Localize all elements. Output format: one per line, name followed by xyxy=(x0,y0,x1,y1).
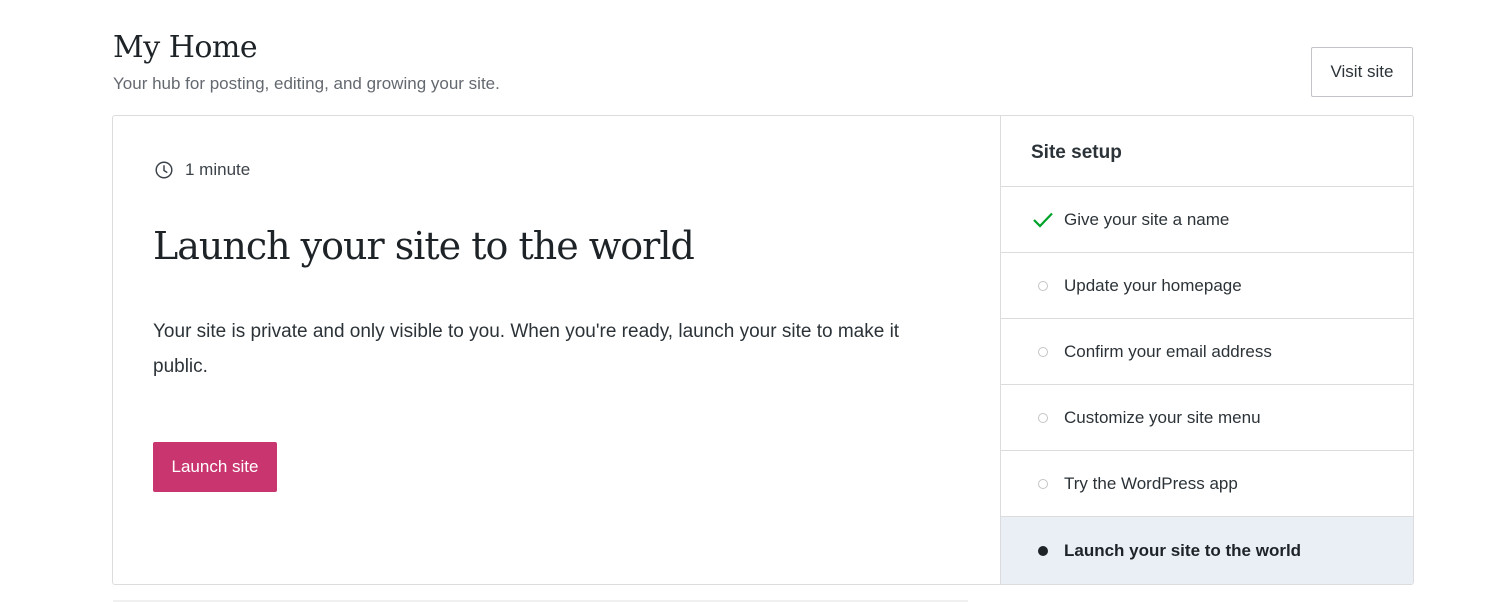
checklist-title: Site setup xyxy=(1001,116,1413,187)
checklist-item-launch[interactable]: Launch your site to the world xyxy=(1001,517,1413,584)
task-panel: 1 minute Launch your site to the world Y… xyxy=(113,116,1000,584)
empty-circle-icon xyxy=(1031,474,1054,494)
checklist-item-menu[interactable]: Customize your site menu xyxy=(1001,385,1413,451)
page-subtitle: Your hub for posting, editing, and growi… xyxy=(113,74,500,93)
task-timing-label: 1 minute xyxy=(185,160,251,179)
checklist-item-label: Launch your site to the world xyxy=(1064,540,1302,560)
filled-circle-icon xyxy=(1031,541,1054,561)
empty-circle-icon xyxy=(1031,276,1054,296)
empty-circle-icon xyxy=(1031,342,1054,362)
empty-circle-icon xyxy=(1031,408,1054,428)
checklist-item-label: Customize your site menu xyxy=(1064,407,1261,427)
checklist-item-label: Confirm your email address xyxy=(1064,341,1272,361)
page-header: My Home Your hub for posting, editing, a… xyxy=(113,30,1413,100)
task-description: Your site is private and only visible to… xyxy=(153,321,900,377)
checkmark-icon xyxy=(1031,210,1054,230)
checklist-item-label: Update your homepage xyxy=(1064,275,1242,295)
clock-icon xyxy=(155,161,173,179)
checklist-item-app[interactable]: Try the WordPress app xyxy=(1001,451,1413,517)
task-timing: 1 minute xyxy=(153,159,250,181)
task-title: Launch your site to the world xyxy=(153,224,695,268)
page-title: My Home xyxy=(113,30,258,65)
checklist-item-label: Give your site a name xyxy=(1064,209,1230,229)
checklist-item-homepage[interactable]: Update your homepage xyxy=(1001,253,1413,319)
visit-site-button[interactable]: Visit site xyxy=(1311,47,1413,97)
launch-site-button[interactable]: Launch site xyxy=(153,442,277,492)
site-setup-card: 1 minute Launch your site to the world Y… xyxy=(112,115,1414,585)
checklist-item-label: Try the WordPress app xyxy=(1064,473,1238,493)
checklist-item-email[interactable]: Confirm your email address xyxy=(1001,319,1413,385)
checklist-item-site-name[interactable]: Give your site a name xyxy=(1001,187,1413,253)
site-setup-checklist: Site setup Give your site a name Update … xyxy=(1000,116,1413,584)
